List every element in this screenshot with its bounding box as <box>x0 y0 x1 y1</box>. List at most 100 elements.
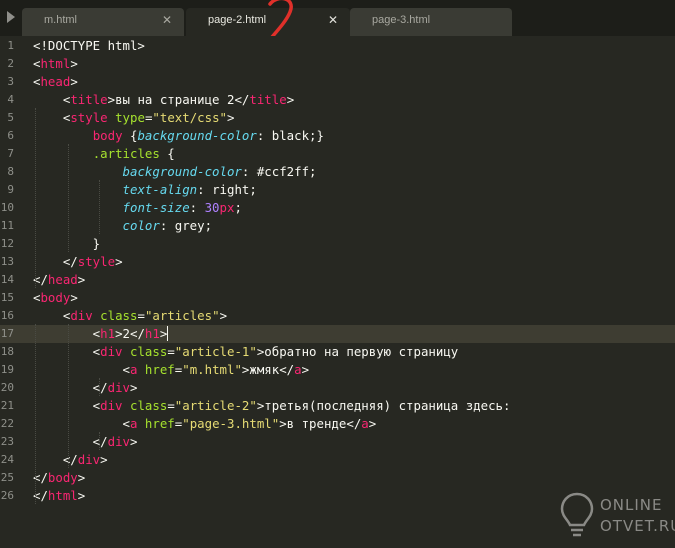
code-line[interactable]: 3 <head> <box>0 73 675 91</box>
code-line[interactable]: 12 } <box>0 235 675 253</box>
code-token: div <box>100 344 123 359</box>
code-text: <h1>2</h1> <box>33 325 169 343</box>
code-line[interactable]: 10 font-size: 30px; <box>0 199 675 217</box>
code-editor[interactable]: 26 </html> 25 </body> 24 </div> 23 </div> 22 <… <box>0 36 675 548</box>
line-number: 6 <box>7 129 14 142</box>
code-line[interactable]: 15 <body> <box>0 289 675 307</box>
code-line[interactable]: 2 <html> <box>0 55 675 73</box>
code-line[interactable]: 8 background-color: #ccf2ff; <box>0 163 675 181</box>
indent-guide <box>99 180 100 234</box>
code-token: body <box>47 470 78 485</box>
code-line[interactable]: 20 </div> <box>0 379 675 397</box>
code-text: </head> <box>33 271 85 289</box>
triangle-left-icon[interactable] <box>0 9 22 31</box>
line-number: 10 <box>0 201 14 214</box>
code-token: > <box>70 74 78 89</box>
tab-m-html[interactable]: m.html ✕ <box>22 8 184 36</box>
code-line[interactable]: 18 <div class="article-1">обратно на пер… <box>0 343 675 361</box>
code-line[interactable]: 9 text-align: right; <box>0 181 675 199</box>
code-token: 30 <box>204 200 220 215</box>
code-token: < <box>33 398 101 413</box>
code-token: >третья(последняя) страница здесь: <box>256 398 511 413</box>
code-token: background-color <box>137 128 257 143</box>
indent-guide <box>35 324 36 504</box>
close-icon[interactable]: ✕ <box>328 13 338 27</box>
watermark-line-2: OTVET.RU <box>600 517 675 535</box>
code-token: = <box>167 344 175 359</box>
code-line[interactable]: 24 </div> <box>0 451 675 469</box>
code-text: <div class="articles"> <box>33 307 227 325</box>
code-token: href <box>144 416 175 431</box>
code-token: div <box>100 398 123 413</box>
code-line[interactable]: 7 .articles { <box>0 145 675 163</box>
line-number: 3 <box>7 75 14 88</box>
code-line[interactable]: 4 <title>вы на странице 2</title> <box>0 91 675 109</box>
code-token: < <box>33 362 130 377</box>
code-token: div <box>77 452 101 467</box>
line-number: 24 <box>0 453 14 466</box>
code-token: "page-3.html" <box>182 416 280 431</box>
code-line[interactable]: 11 color: grey; <box>0 217 675 235</box>
line-number: 26 <box>0 489 14 502</box>
line-number: 11 <box>0 219 14 232</box>
code-token: class <box>100 308 138 323</box>
tab-page-3-html[interactable]: page-3.html <box>350 8 512 36</box>
code-token: < <box>33 326 101 341</box>
code-line[interactable]: 23 </div> <box>0 433 675 451</box>
code-text: body {background-color: black;} <box>33 127 324 145</box>
code-text: <style type="text/css"> <box>33 109 235 127</box>
line-number: 5 <box>7 111 14 124</box>
code-text: } <box>33 235 100 253</box>
code-token: "article-1" <box>174 344 257 359</box>
code-token: > <box>368 416 377 431</box>
code-text: .articles { <box>33 145 175 163</box>
code-text: <div class="article-1">обратно на первую… <box>33 343 459 361</box>
code-token: : <box>189 200 205 215</box>
code-token: html <box>40 56 71 71</box>
code-token: div <box>70 308 93 323</box>
indent-guide <box>99 432 100 450</box>
code-token: > <box>77 488 86 503</box>
code-token: a <box>361 416 369 431</box>
code-line[interactable]: 22 <a href="page-3.html">в тренде</a> <box>0 415 675 433</box>
indent-guide <box>99 378 100 396</box>
code-text: <!DOCTYPE html> <box>33 37 145 55</box>
line-number: 17 <box>0 327 14 340</box>
code-text: <title>вы на странице 2</title> <box>33 91 294 109</box>
code-line[interactable]: 19 <a href="m.html">жмяк</a> <box>0 361 675 379</box>
code-token: > <box>77 272 86 287</box>
code-line[interactable]: 13 </style> <box>0 253 675 271</box>
code-line[interactable]: 25 </body> <box>0 469 675 487</box>
code-token: black <box>271 128 310 143</box>
code-token: h1 <box>144 326 160 341</box>
code-token: .articles <box>92 146 160 161</box>
code-token: text-align <box>122 182 198 197</box>
code-line[interactable]: 17 <h1>2</h1> <box>0 325 675 343</box>
code-token: < <box>33 344 101 359</box>
code-token: < <box>33 110 71 125</box>
code-token: div <box>107 380 130 395</box>
code-text: </div> <box>33 451 108 469</box>
code-line[interactable]: 14 </head> <box>0 271 675 289</box>
code-token: >вы на странице 2</ <box>107 92 250 107</box>
code-token: "m.html" <box>182 362 242 377</box>
close-icon[interactable]: ✕ <box>162 13 172 27</box>
code-token: style <box>77 254 116 269</box>
code-token: ; <box>249 182 257 197</box>
tab-bar: m.html ✕ page-3.html page-2.html ✕ <box>0 0 675 46</box>
text-cursor <box>167 326 169 341</box>
code-token: #ccf2ff <box>256 164 310 179</box>
code-token: : <box>241 164 257 179</box>
code-line[interactable]: 21 <div class="article-2">третья(последн… <box>0 397 675 415</box>
line-number: 20 <box>0 381 14 394</box>
code-line[interactable]: 6 body {background-color: black;} <box>0 127 675 145</box>
code-line[interactable]: 1 <!DOCTYPE html> <box>0 37 675 55</box>
code-text: <body> <box>33 289 78 307</box>
code-token: { <box>159 146 175 161</box>
code-line[interactable]: 16 <div class="articles"> <box>0 307 675 325</box>
code-line[interactable]: 5 <style type="text/css"> <box>0 109 675 127</box>
